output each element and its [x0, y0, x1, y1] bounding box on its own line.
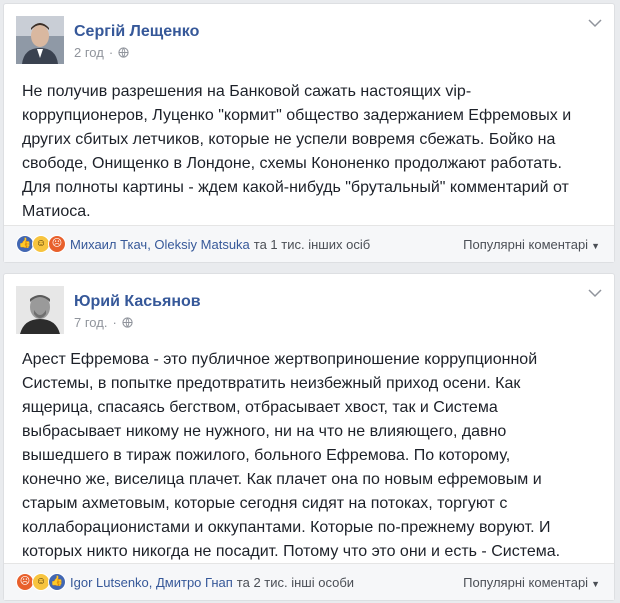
- avatar[interactable]: [16, 286, 64, 334]
- post-text-line: Для полноты картины - ждем какой-нибудь …: [22, 179, 569, 196]
- sort-label: Популярні коментарі: [463, 574, 589, 590]
- reaction-names[interactable]: Михаил Ткач, Oleksiy Matsuka: [70, 237, 250, 252]
- chevron-down-icon[interactable]: [588, 288, 602, 298]
- post-text-line: вышедшего в тираж пожилого, больного Ефр…: [22, 447, 511, 464]
- post-text-line: ящерица, спасаясь бегством, отбрасывает …: [22, 399, 498, 416]
- avatar[interactable]: [16, 16, 64, 64]
- post-text-line: старым ахметовым, которые сегодня сидят …: [22, 495, 508, 512]
- angry-icon: ☹: [48, 235, 66, 253]
- caret-down-icon: ▼: [591, 240, 600, 251]
- post-text-line: других сбитых летчиков, которые не успел…: [22, 131, 556, 148]
- author-name[interactable]: Юрий Касьянов: [74, 293, 201, 311]
- reactions-bar: 👍 ☺ ☹ Михаил Ткач, Oleksiy Matsuka та 1 …: [4, 225, 614, 262]
- reaction-others[interactable]: та 2 тис. інші особи: [237, 575, 354, 590]
- timestamp[interactable]: 7 год.: [74, 315, 107, 330]
- post-text: Арест Ефремова - это публичное жертвопри…: [22, 348, 600, 564]
- post-meta: 2 год ·: [74, 45, 129, 60]
- reactions-bar: ☹ ☺ 👍 Igor Lutsenko, Дмитро Гнап та 2 ти…: [4, 563, 614, 600]
- post-text-line: конечно же, виселица плачет. Как плачет …: [22, 471, 542, 488]
- post-text-line: Арест Ефремова - это публичное жертвопри…: [22, 351, 538, 368]
- post-text-line: Не получив разрешения на Банковой сажать…: [22, 83, 472, 100]
- reaction-others[interactable]: та 1 тис. інших осіб: [254, 237, 370, 252]
- comments-sort-dropdown[interactable]: Популярні коментарі ▼: [463, 237, 600, 252]
- globe-icon: [122, 317, 133, 328]
- post-card: Юрий Касьянов 7 год. · Арест Ефремова - …: [3, 273, 615, 601]
- author-name[interactable]: Сергій Лещенко: [74, 23, 199, 41]
- timestamp[interactable]: 2 год: [74, 45, 104, 60]
- caret-down-icon: ▼: [591, 578, 600, 589]
- reaction-names[interactable]: Igor Lutsenko, Дмитро Гнап: [70, 575, 233, 590]
- reaction-icons[interactable]: ☹ ☺ 👍: [16, 573, 66, 591]
- sort-label: Популярні коментарі: [463, 236, 589, 252]
- post-header: Сергій Лещенко 2 год ·: [4, 4, 614, 64]
- like-icon: 👍: [48, 573, 66, 591]
- post-text: Не получив разрешения на Банковой сажать…: [22, 80, 600, 224]
- post-text-line: свободе, Онищенко в Лондоне, схемы Конон…: [22, 155, 562, 172]
- post-header: Юрий Касьянов 7 год. ·: [4, 274, 614, 334]
- comments-sort-dropdown[interactable]: Популярні коментарі ▼: [463, 575, 600, 590]
- post-meta: 7 год. ·: [74, 315, 133, 330]
- post-card: Сергій Лещенко 2 год · Не получив разреш…: [3, 3, 615, 263]
- globe-icon: [118, 47, 129, 58]
- post-text-line: коллаборационистами и оккупантами. Котор…: [22, 519, 551, 536]
- post-text-line: коррупционеров, Луценко "кормит" обществ…: [22, 107, 572, 124]
- reaction-icons[interactable]: 👍 ☺ ☹: [16, 235, 66, 253]
- chevron-down-icon[interactable]: [588, 18, 602, 28]
- post-text-line: выбрасывает никому не нужного, ни на что…: [22, 423, 507, 440]
- post-text-line: Системы, в попытке предотвратить неизбеж…: [22, 375, 521, 392]
- post-text-line: Матиоса.: [22, 203, 91, 220]
- post-text-line: которых никто никогда не посадит. Потому…: [22, 543, 561, 560]
